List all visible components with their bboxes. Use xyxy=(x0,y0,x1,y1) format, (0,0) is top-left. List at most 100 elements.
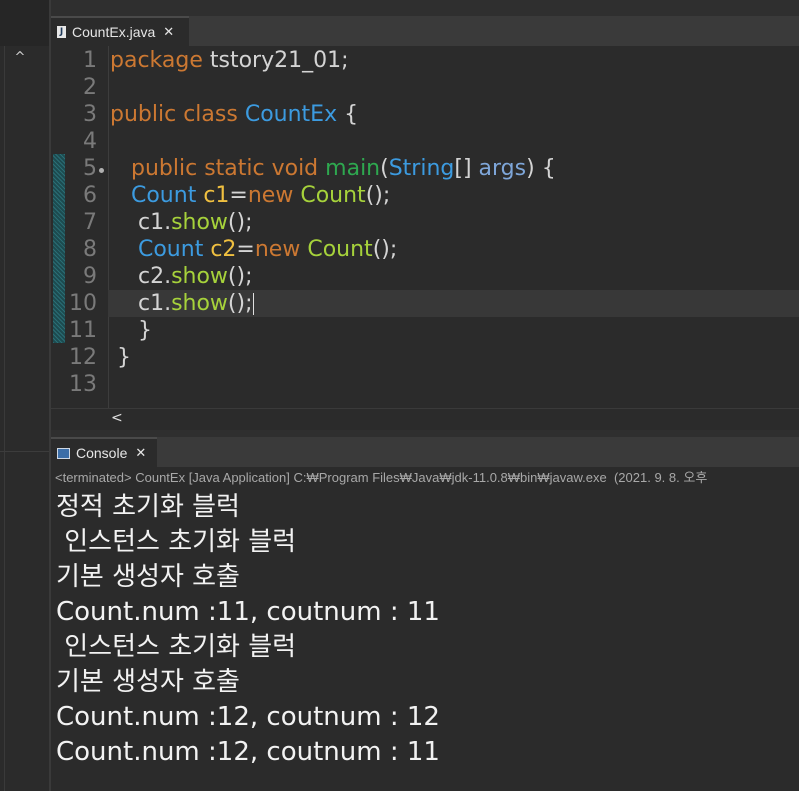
scroll-up-icon[interactable]: ^ xyxy=(12,50,28,66)
code-text: } xyxy=(110,317,152,344)
console-output-line: 기본 생성자 호출 xyxy=(56,562,240,592)
code-token: (); xyxy=(227,264,253,289)
code-line[interactable]: 2 xyxy=(51,74,799,101)
code-text: c1.show(); xyxy=(110,209,253,236)
code-token: c1. xyxy=(110,291,172,316)
console-output-line: 인스턴스 초기화 블럭 xyxy=(56,527,297,557)
code-text: Count c2=new Count(); xyxy=(110,236,397,263)
text-caret xyxy=(252,293,254,315)
line-number: 6 xyxy=(83,183,97,208)
code-token: show xyxy=(171,210,228,235)
code-text: Count c1=new Count(); xyxy=(110,182,390,209)
code-token: args xyxy=(478,156,527,181)
code-text: c1.show(); xyxy=(110,290,254,317)
code-token: public xyxy=(110,102,177,127)
tab-countex-java[interactable]: J CountEx.java ✕ xyxy=(51,16,189,46)
code-token: String xyxy=(388,156,455,181)
code-line[interactable]: 6 Count c1=new Count(); xyxy=(51,182,799,209)
code-line[interactable]: 13 xyxy=(51,371,799,398)
code-token: new xyxy=(254,237,301,262)
code-token: tstory21_01; xyxy=(202,48,349,73)
code-token: Count xyxy=(300,183,366,208)
code-token: ) { xyxy=(526,156,556,181)
left-panel-header xyxy=(0,0,50,46)
line-number: 8 xyxy=(83,237,97,262)
left-panel-rule xyxy=(4,46,5,791)
code-token: ( xyxy=(380,156,389,181)
code-editor[interactable]: 1 package tstory21_01; 2 3 public class Coun… xyxy=(51,46,799,408)
code-line[interactable]: 1 package tstory21_01; xyxy=(51,47,799,74)
code-line[interactable]: 7 c1.show(); xyxy=(51,209,799,236)
console-output: 정적 초기화 블럭 인스턴스 초기화 블럭 기본 생성자 호출 Count.num … xyxy=(51,489,799,791)
java-file-icon: J xyxy=(57,26,66,38)
close-icon[interactable]: ✕ xyxy=(163,25,174,40)
line-number: 13 xyxy=(69,372,97,397)
code-line[interactable]: 12 } xyxy=(51,344,799,371)
code-line[interactable]: 9 c2.show(); xyxy=(51,263,799,290)
line-number: 12 xyxy=(69,345,97,370)
console-tab-bar: Console ✕ xyxy=(51,437,799,467)
code-token: (); xyxy=(227,210,253,235)
code-line[interactable]: 3 public class CountEx { xyxy=(51,101,799,128)
code-token: new xyxy=(247,183,294,208)
code-line[interactable]: 10 c1.show(); xyxy=(51,290,799,317)
code-token: [] xyxy=(454,156,479,181)
console-output-line: Count.num :11, coutnum : 11 xyxy=(56,597,440,627)
code-token: main xyxy=(325,156,381,181)
line-number: 1 xyxy=(83,48,97,73)
code-token: Count xyxy=(130,183,197,208)
console-status-line: <terminated> CountEx [Java Application] … xyxy=(51,467,799,489)
code-token: void xyxy=(271,156,319,181)
code-text: public static void main(String[] args) { xyxy=(110,155,556,182)
code-token: CountEx xyxy=(244,102,338,127)
code-token: c1. xyxy=(110,210,172,235)
code-token: (); xyxy=(372,237,398,262)
code-token: (); xyxy=(227,291,253,316)
console-output-line: 기본 생성자 호출 xyxy=(56,667,240,697)
code-token: = xyxy=(229,183,248,208)
console-output-line: 정적 초기화 블럭 xyxy=(56,492,240,522)
code-token: show xyxy=(171,291,228,316)
code-token: } xyxy=(110,318,152,343)
console-tab-label: Console xyxy=(76,445,128,461)
line-number: 9 xyxy=(83,264,97,289)
console-icon xyxy=(57,447,70,459)
line-number: 5 xyxy=(83,156,97,181)
line-number: 2 xyxy=(83,75,97,100)
code-line[interactable]: 4 xyxy=(51,128,799,155)
scroll-left-icon[interactable]: < xyxy=(111,410,123,426)
code-token: c1 xyxy=(203,183,230,208)
code-line[interactable]: 5 public static void main(String[] args)… xyxy=(51,155,799,182)
code-token: { xyxy=(337,102,359,127)
line-number: 10 xyxy=(69,291,97,316)
console-output-line: 인스턴스 초기화 블럭 xyxy=(56,632,297,662)
code-token: c2. xyxy=(110,264,172,289)
editor-tab-label: CountEx.java xyxy=(72,24,156,40)
editor-horizontal-scrollbar[interactable]: < xyxy=(51,408,799,430)
code-text: package tstory21_01; xyxy=(110,47,349,74)
close-icon[interactable]: ✕ xyxy=(135,446,146,461)
code-token: show xyxy=(171,264,228,289)
left-panel: ^ xyxy=(0,0,50,791)
code-token: package xyxy=(110,48,203,73)
console-output-line: Count.num :12, coutnum : 12 xyxy=(56,702,440,732)
code-text: public class CountEx { xyxy=(110,101,358,128)
console-output-line: Count.num :12, coutnum : 11 xyxy=(56,737,440,767)
code-token: public xyxy=(130,156,198,181)
line-number: 4 xyxy=(83,129,97,154)
editor-tab-bar: J CountEx.java ✕ xyxy=(51,16,799,46)
code-line[interactable]: 8 Count c2=new Count(); xyxy=(51,236,799,263)
code-token: c2 xyxy=(210,237,237,262)
line-number: 7 xyxy=(83,210,97,235)
code-line[interactable]: 11 } xyxy=(51,317,799,344)
code-text: c2.show(); xyxy=(110,263,253,290)
code-token: Count xyxy=(137,237,204,262)
code-token: (); xyxy=(365,183,391,208)
code-text: } xyxy=(110,344,131,371)
tab-console[interactable]: Console ✕ xyxy=(51,437,157,467)
code-token: static xyxy=(204,156,265,181)
